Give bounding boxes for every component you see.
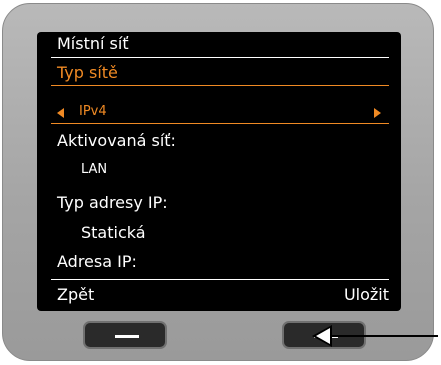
left-key-dash: [115, 335, 139, 338]
selector-underline: [51, 123, 389, 124]
network-type-selector[interactable]: IPv4: [57, 103, 389, 123]
right-arrow-icon[interactable]: [374, 108, 381, 118]
display-screen: Místní síť Typ sítě IPv4 Aktivovaná síť:…: [37, 32, 401, 311]
ip-address-label: Adresa IP:: [57, 252, 137, 271]
softkey-save-label: Uložit: [343, 285, 389, 304]
ip-type-value: Statická: [81, 223, 146, 242]
left-arrow-icon[interactable]: [57, 108, 64, 118]
phone-device: Místní síť Typ sítě IPv4 Aktivovaná síť:…: [2, 3, 434, 361]
pointer-arrow-head-inner: [316, 328, 330, 344]
selector-value: IPv4: [79, 104, 107, 119]
softkey-back-label: Zpět: [57, 285, 95, 304]
field-label-network-type: Typ sítě: [57, 63, 118, 82]
ip-type-label: Typ adresy IP:: [57, 193, 168, 212]
softkey-bar: Zpět Uložit: [37, 279, 401, 311]
active-network-value: LAN: [81, 162, 108, 177]
left-softkey-button[interactable]: [83, 321, 167, 349]
active-network-label: Aktivovaná síť:: [57, 131, 176, 150]
screen-title: Místní síť: [57, 34, 129, 53]
field-underline: [51, 85, 389, 86]
pointer-arrow-icon: [330, 335, 438, 337]
title-divider: [51, 57, 389, 58]
